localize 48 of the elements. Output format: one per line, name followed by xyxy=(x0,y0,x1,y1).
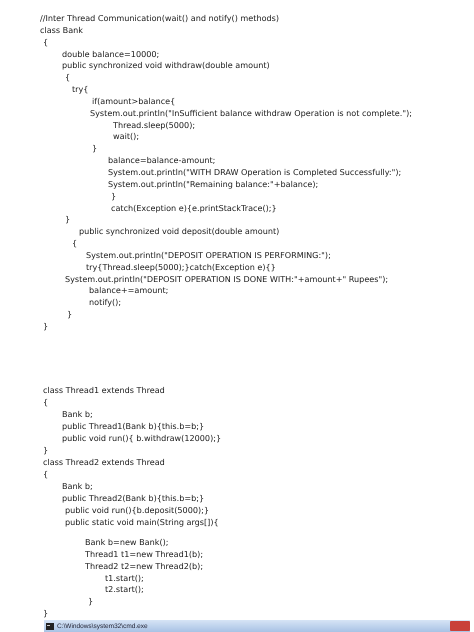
code-line: } xyxy=(92,143,98,156)
code-line: class Thread1 extends Thread xyxy=(43,384,165,396)
code-line: } xyxy=(111,190,116,202)
code-line: } xyxy=(43,444,48,456)
code-line: public Thread1(Bank b){this.b=b;} xyxy=(62,420,204,432)
code-line: { xyxy=(65,72,70,84)
code-line: } xyxy=(88,596,94,608)
code-line: public synchronized void withdraw(double amount) xyxy=(62,60,270,72)
code-line: { xyxy=(43,396,48,408)
code-line: public void run(){b.deposit(5000);} xyxy=(65,504,210,516)
code-line: t2.start(); xyxy=(105,584,144,596)
code-line: try{ xyxy=(72,84,88,96)
code-line: public Thread2(Bank b){this.b=b;} xyxy=(62,492,204,504)
code-line: class Bank xyxy=(40,24,83,37)
code-line: balance=balance-amount; xyxy=(108,155,216,167)
code-line: Bank b; xyxy=(62,480,93,492)
code-line: public static void main(String args[]){ xyxy=(65,516,219,528)
code-line: System.out.println("DEPOSIT OPERATION IS DONE WITH:"+amount+" Rupees"); xyxy=(65,274,388,286)
code-line: { xyxy=(43,36,48,49)
code-line: Thread2 t2=new Thread2(b); xyxy=(85,560,204,573)
code-line: public synchronized void deposit(double amount) xyxy=(79,226,280,238)
code-line: } xyxy=(65,214,70,226)
code-line: //Inter Thread Communication(wait() and notify() methods) xyxy=(40,13,280,25)
close-button[interactable] xyxy=(450,621,470,631)
code-line: notify(); xyxy=(89,297,122,310)
code-line: wait(); xyxy=(113,131,140,144)
code-line: t1.start(); xyxy=(105,572,144,584)
code-line: System.out.println("WITH DRAW Operation is Completed Successfully:"); xyxy=(108,166,402,179)
code-line: Thread.sleep(5000); xyxy=(113,120,196,132)
code-line: } xyxy=(67,309,72,321)
code-line: System.out.println("InSufficient balance withdraw Operation is not complete."); xyxy=(90,108,412,120)
code-line: Thread1 t1=new Thread1(b); xyxy=(85,548,204,561)
code-line: System.out.println("Remaining balance:"+balance); xyxy=(108,178,318,191)
code-line: Bank b; xyxy=(62,408,93,420)
code-line: class Thread2 extends Thread xyxy=(43,456,165,468)
code-line: { xyxy=(72,238,78,250)
code-line: Bank b=new Bank(); xyxy=(85,536,168,549)
code-line: double balance=10000; xyxy=(62,48,160,60)
console-icon xyxy=(46,622,54,630)
code-line: } xyxy=(43,608,48,620)
code-line: public void run(){ b.withdraw(12000);} xyxy=(62,432,222,444)
code-line: { xyxy=(43,468,48,480)
code-line: catch(Exception e){e.printStackTrace();} xyxy=(111,202,277,214)
code-line: try{Thread.sleep(5000);}catch(Exception e){} xyxy=(86,262,276,274)
code-line: } xyxy=(43,320,48,333)
code-line: if(amount>balance{ xyxy=(92,96,176,108)
code-line: System.out.println("DEPOSIT OPERATION IS PERFORMING:"); xyxy=(86,250,331,262)
code-line: balance+=amount; xyxy=(89,285,168,298)
